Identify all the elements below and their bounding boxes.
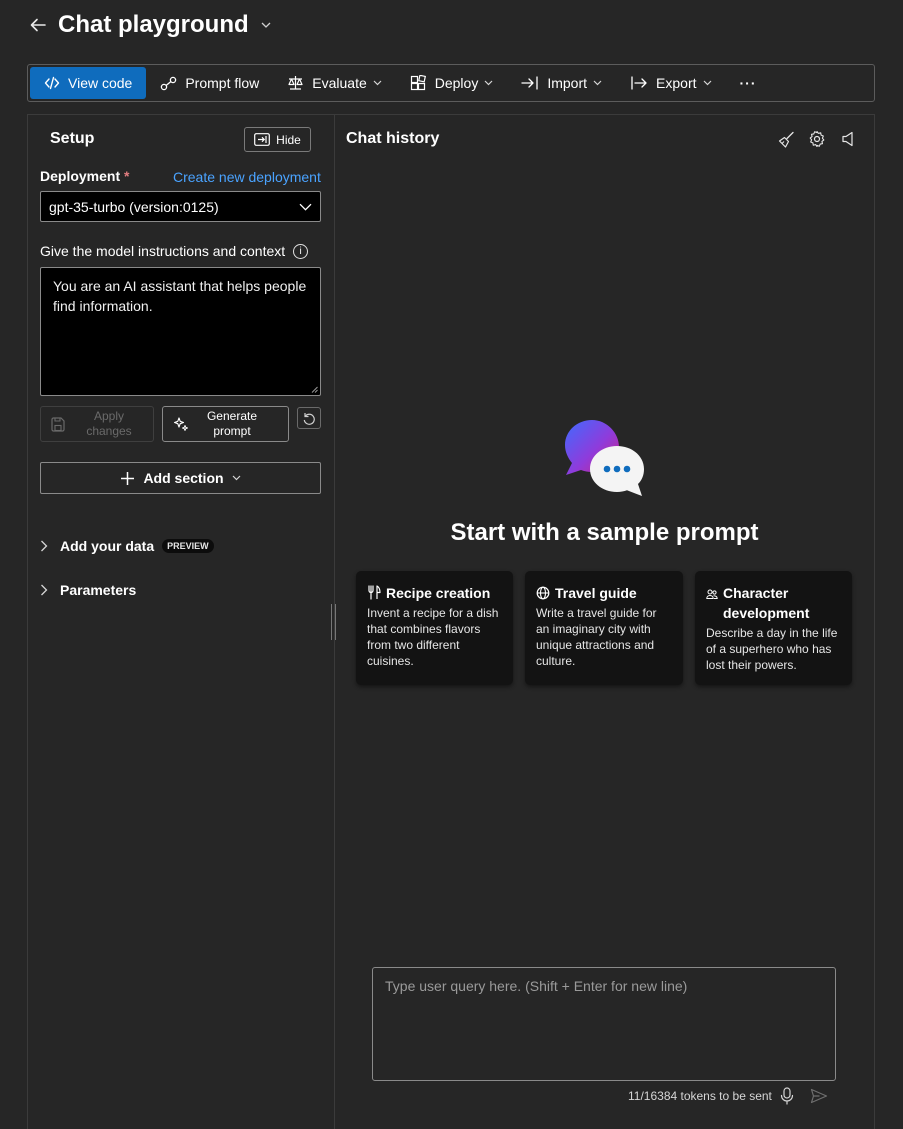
chevron-down-icon [299, 203, 312, 211]
flow-icon [160, 76, 177, 91]
deployment-select-value: gpt-35-turbo (version:0125) [49, 198, 219, 215]
apply-changes-label: Apply changes [86, 409, 132, 438]
chevron-down-icon [484, 80, 493, 86]
hide-label: Hide [276, 132, 301, 147]
instructions-label-text: Give the model instructions and context [40, 243, 286, 259]
user-query-placeholder: Type user query here. (Shift + Enter for… [385, 978, 688, 994]
undo-icon [302, 411, 316, 425]
system-message-textarea[interactable]: You are an AI assistant that helps peopl… [40, 267, 321, 396]
more-options-button[interactable]: ··· [726, 67, 771, 99]
save-icon [51, 416, 65, 432]
page-header: Chat playground [28, 8, 271, 42]
card-description: Invent a recipe for a dish that combines… [367, 606, 499, 668]
card-title-row: Travel guide [536, 583, 672, 603]
panel-resize-handle[interactable] [331, 604, 336, 640]
resize-grip-icon[interactable] [311, 386, 318, 393]
chevron-down-icon [232, 475, 241, 481]
create-deployment-link[interactable]: Create new deployment [173, 169, 321, 185]
view-code-button[interactable]: View code [30, 67, 147, 99]
generate-prompt-button[interactable]: Generate prompt [162, 406, 289, 442]
token-count: 11/16384 tokens to be sent [628, 1089, 772, 1103]
sample-card-recipe[interactable]: Recipe creation Invent a recipe for a di… [356, 571, 513, 685]
apply-changes-button[interactable]: Apply changes [40, 406, 154, 442]
people-icon [706, 589, 718, 599]
instructions-label: Give the model instructions and context … [40, 243, 309, 259]
plus-icon [120, 471, 135, 486]
system-message-text: You are an AI assistant that helps peopl… [53, 278, 307, 314]
sample-card-character[interactable]: Character development Describe a day in … [695, 571, 852, 685]
globe-icon [536, 586, 550, 600]
add-section-label: Add section [143, 470, 224, 486]
title-chevron-down-icon[interactable] [261, 21, 271, 29]
deploy-button[interactable]: Deploy [396, 67, 508, 99]
card-title: Recipe creation [386, 585, 491, 601]
send-icon[interactable] [810, 1088, 828, 1104]
deploy-label: Deploy [434, 75, 479, 91]
chat-history-title: Chat history [346, 130, 440, 147]
export-label: Export [656, 75, 697, 91]
add-your-data-expander[interactable]: Add your data PREVIEW [40, 538, 214, 554]
sample-card-travel[interactable]: Travel guide Write a travel guide for an… [525, 571, 683, 685]
card-title: Travel guide [555, 585, 637, 601]
card-title: Character development [723, 585, 810, 621]
code-icon [44, 76, 60, 90]
more-icon: ··· [739, 75, 757, 91]
gear-icon[interactable] [808, 130, 826, 148]
hide-setup-button[interactable]: Hide [244, 127, 311, 152]
card-description: Describe a day in the life of a superher… [706, 626, 838, 672]
card-description: Write a travel guide for an imaginary ci… [536, 606, 657, 668]
microphone-icon[interactable] [780, 1087, 794, 1105]
reset-button[interactable] [297, 407, 321, 429]
prompt-flow-button[interactable]: Prompt flow [146, 67, 273, 99]
generate-prompt-label: Generate prompt [206, 409, 258, 438]
sparkle-icon [173, 416, 189, 432]
chevron-right-icon [40, 540, 48, 552]
import-button[interactable]: Import [507, 67, 616, 99]
parameters-label: Parameters [60, 582, 137, 598]
card-title-row: Character development [706, 583, 841, 623]
export-button[interactable]: Export [616, 67, 725, 99]
cube-icon [410, 75, 427, 91]
view-code-label: View code [68, 75, 133, 91]
setup-title: Setup [50, 130, 95, 147]
utensils-icon [367, 585, 381, 600]
export-arrow-icon [630, 76, 648, 90]
chevron-right-icon [40, 584, 48, 596]
parameters-expander[interactable]: Parameters [40, 582, 136, 598]
card-title-row: Recipe creation [367, 583, 502, 603]
broom-icon[interactable] [777, 130, 795, 148]
panel-collapse-icon [254, 133, 271, 146]
chevron-down-icon [373, 80, 382, 86]
deployment-label: Deployment * [40, 168, 129, 184]
required-asterisk: * [124, 168, 130, 184]
user-query-input[interactable]: Type user query here. (Shift + Enter for… [372, 967, 836, 1081]
toolbar: View code Prompt flow Evaluate Deploy Im… [27, 64, 875, 102]
import-arrow-icon [521, 76, 539, 90]
deployment-label-text: Deployment [40, 168, 121, 184]
info-icon[interactable]: i [293, 243, 309, 259]
add-section-button[interactable]: Add section [40, 462, 321, 494]
chat-bubbles-icon [562, 418, 646, 500]
back-arrow-icon[interactable] [28, 15, 48, 35]
sample-prompt-heading: Start with a sample prompt [450, 519, 759, 546]
speaker-icon[interactable] [839, 130, 857, 148]
prompt-flow-label: Prompt flow [185, 75, 260, 91]
evaluate-label: Evaluate [312, 75, 367, 91]
scales-icon [287, 75, 304, 91]
evaluate-button[interactable]: Evaluate [273, 67, 395, 99]
page-title: Chat playground [58, 11, 249, 38]
deployment-select[interactable]: gpt-35-turbo (version:0125) [40, 191, 321, 222]
chevron-down-icon [703, 80, 712, 86]
add-your-data-label: Add your data [60, 538, 155, 554]
import-label: Import [547, 75, 588, 91]
preview-badge: PREVIEW [162, 539, 214, 553]
chevron-down-icon [593, 80, 602, 86]
